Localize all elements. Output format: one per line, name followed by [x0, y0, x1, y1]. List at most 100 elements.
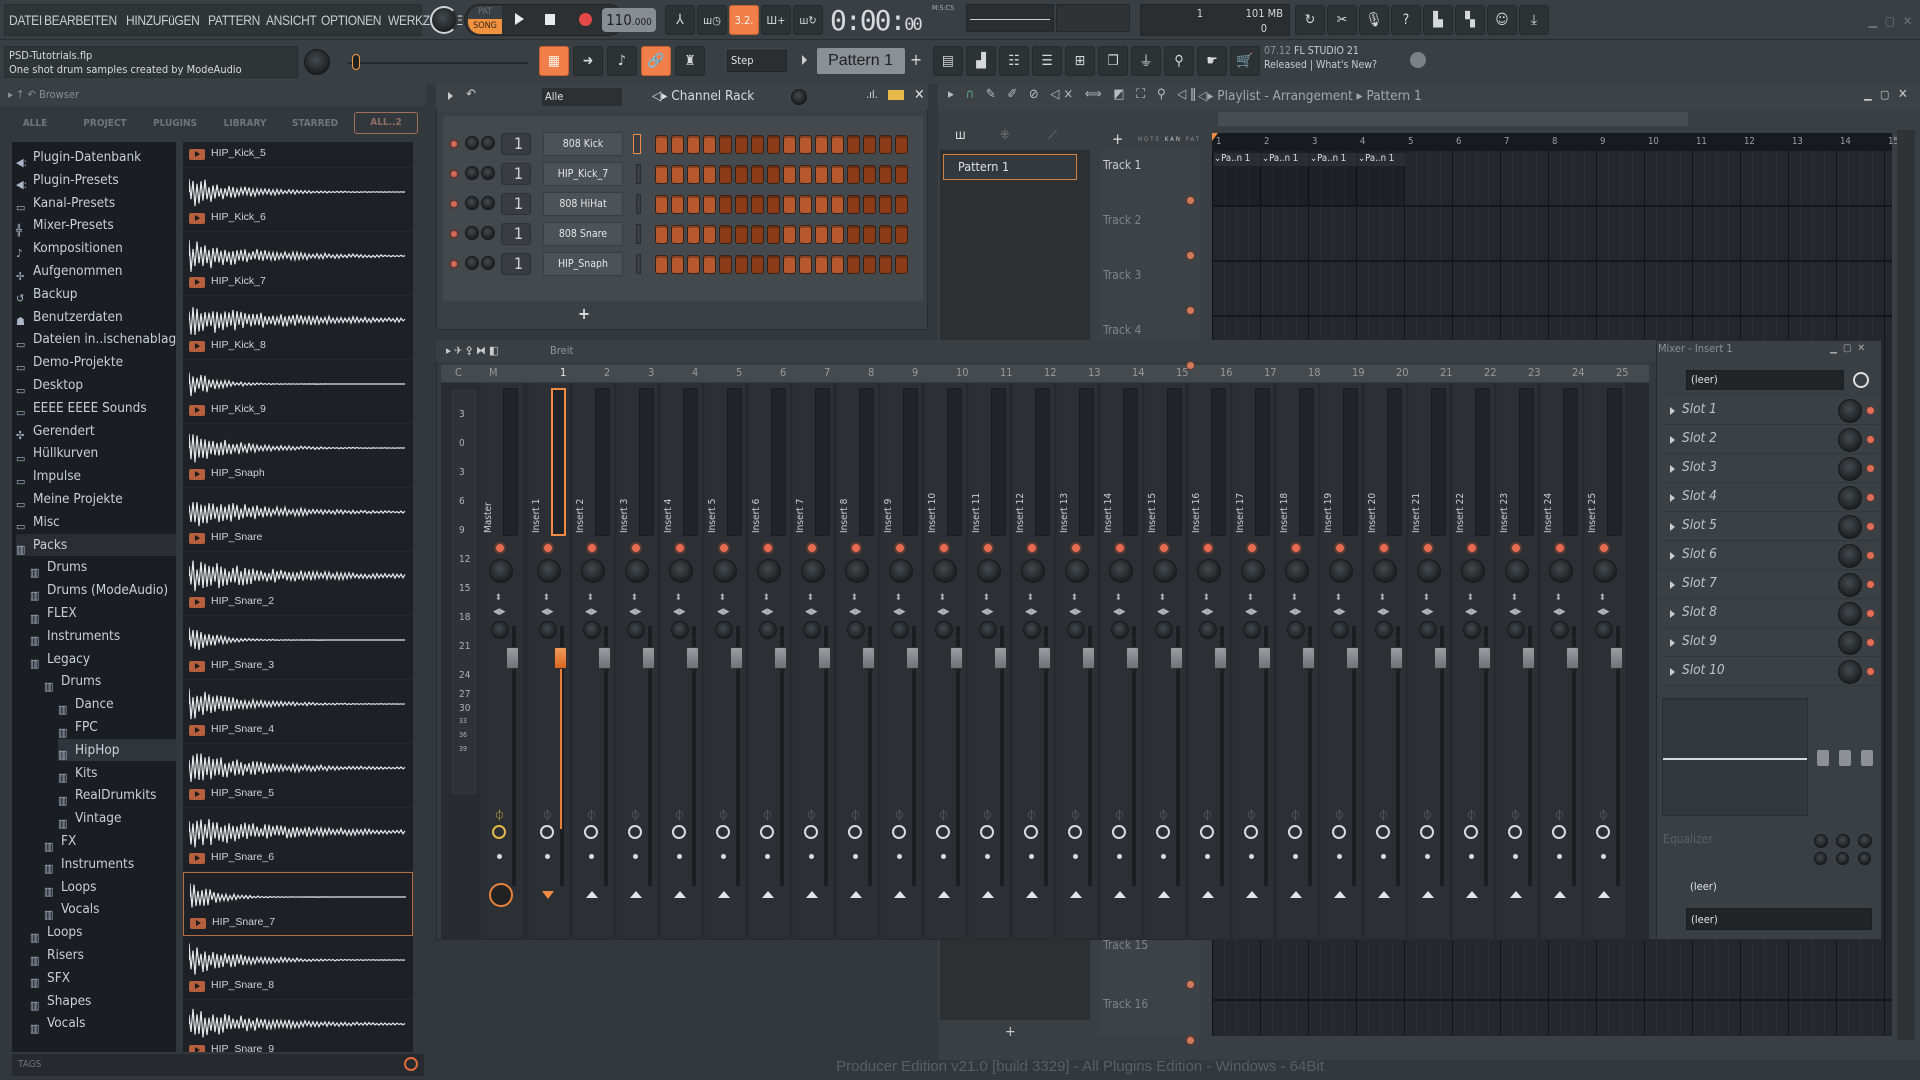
menu-optionen[interactable]: OPTIONEN: [321, 12, 381, 28]
track-mute-led[interactable]: [1186, 980, 1195, 989]
pan-knob[interactable]: [581, 559, 605, 583]
step-edit-icon[interactable]: Ш+: [761, 5, 791, 35]
strip-number[interactable]: 7: [824, 366, 830, 379]
step-button[interactable]: [799, 135, 812, 154]
tutorial-icon[interactable]: ☛: [1197, 46, 1227, 76]
channel-route-number[interactable]: 1: [501, 193, 531, 215]
step-button[interactable]: [831, 255, 844, 274]
step-button[interactable]: [799, 165, 812, 184]
channel-route-number[interactable]: 1: [501, 163, 531, 185]
step-button[interactable]: [815, 255, 828, 274]
add-pattern-button[interactable]: +: [910, 50, 922, 69]
latency-icon[interactable]: [716, 825, 730, 839]
piano-roll-window-icon[interactable]: ▟: [966, 46, 996, 76]
browser-tree-item[interactable]: ◀: Plugin-Presets: [16, 169, 119, 192]
playlist-arrow-icon[interactable]: ➜: [573, 46, 603, 76]
step-button[interactable]: [687, 135, 700, 154]
step-button[interactable]: [767, 255, 780, 274]
strip-number[interactable]: 9: [912, 366, 918, 379]
play-sample-icon[interactable]: [189, 981, 205, 992]
pan-knob[interactable]: [757, 559, 781, 583]
swap-channels-icon[interactable]: ◀▶: [805, 607, 817, 617]
play-sample-icon[interactable]: [189, 213, 205, 224]
browser-tree-item[interactable]: ▥ Legacy: [30, 648, 90, 671]
project-picker-icon[interactable]: ❐: [1098, 46, 1128, 76]
play-sample-icon[interactable]: [189, 277, 205, 288]
browser-tree-item[interactable]: ╬ Mixer-Presets: [16, 214, 114, 237]
volume-fader[interactable]: [642, 647, 655, 669]
volume-fader[interactable]: [554, 647, 567, 669]
channel-pan-knob[interactable]: [465, 136, 479, 150]
channel-name-button[interactable]: HIP_Snaph: [543, 252, 623, 276]
browser-tree-item[interactable]: ▥ Instruments: [30, 625, 120, 648]
route-dot[interactable]: [545, 854, 550, 859]
tempo-display[interactable]: 110.000: [602, 8, 656, 32]
arm-record-icon[interactable]: ⏀: [542, 807, 553, 822]
pan-knob[interactable]: [625, 559, 649, 583]
step-button[interactable]: [831, 135, 844, 154]
pan-knob[interactable]: [489, 559, 513, 583]
browser-tree-item[interactable]: ▭ Hüllkurven: [16, 442, 98, 465]
graph-editor-icon[interactable]: .ıl.: [866, 88, 878, 101]
route-arrow-icon[interactable]: [586, 891, 598, 898]
swap-channels-icon[interactable]: ◀▶: [761, 607, 773, 617]
arm-record-icon[interactable]: ⏀: [894, 807, 905, 822]
step-button[interactable]: [719, 165, 732, 184]
track-mute-led[interactable]: [1186, 306, 1195, 315]
touch-keyboard-icon[interactable]: ⚲: [1164, 46, 1194, 76]
step-button[interactable]: [895, 255, 908, 274]
step-button[interactable]: [847, 225, 860, 244]
pattern-clip[interactable]: ⌄Pa..n 1: [1358, 153, 1405, 166]
add-pattern-picker-button[interactable]: +: [1005, 1024, 1016, 1040]
volume-fader[interactable]: [506, 647, 519, 669]
channel-name-button[interactable]: 808 Kick: [543, 132, 623, 156]
step-button[interactable]: [655, 195, 668, 214]
pattern-selector[interactable]: Pattern 1: [817, 48, 905, 74]
play-sample-icon[interactable]: [189, 661, 205, 672]
browser-tree-item[interactable]: ▥ Kits: [58, 762, 97, 785]
stereo-knob[interactable]: [891, 621, 909, 639]
channel-name-button[interactable]: 808 Snare: [543, 222, 623, 246]
browser-tree-item[interactable]: ▭ Misc: [16, 511, 60, 534]
latency-icon[interactable]: [628, 825, 642, 839]
master-route-knob[interactable]: [489, 883, 513, 907]
route-dot[interactable]: [497, 854, 502, 859]
browser-tree-item[interactable]: ✣ Gerendert: [16, 420, 95, 443]
stereo-knob[interactable]: [803, 621, 821, 639]
automation-filter-icon[interactable]: ⟋: [1048, 128, 1057, 143]
sample-item[interactable]: HIP_Kick_6: [183, 168, 413, 232]
arm-record-icon[interactable]: ⏀: [718, 807, 729, 822]
save-icon[interactable]: ▙: [1423, 5, 1453, 35]
tab-plugins[interactable]: PLUGINS: [140, 118, 210, 129]
strip-enable-led[interactable]: [894, 542, 906, 554]
play-sample-icon[interactable]: [189, 725, 205, 736]
stereo-knob[interactable]: [539, 621, 557, 639]
step-button[interactable]: [751, 255, 764, 274]
step-button[interactable]: [735, 255, 748, 274]
strip-number[interactable]: 3: [648, 366, 654, 379]
pan-knob[interactable]: [845, 559, 869, 583]
pan-knob[interactable]: [889, 559, 913, 583]
pat-song-toggle[interactable]: PAT SONG: [468, 6, 502, 34]
step-button[interactable]: [735, 225, 748, 244]
step-button[interactable]: [735, 165, 748, 184]
step-button[interactable]: [863, 195, 876, 214]
strip-enable-led[interactable]: [762, 542, 774, 554]
add-track-icon[interactable]: +: [1112, 130, 1123, 148]
volume-fader[interactable]: [730, 647, 743, 669]
route-arrow-icon[interactable]: [850, 891, 862, 898]
route-arrow-icon[interactable]: [806, 891, 818, 898]
track-header[interactable]: Track 1: [1103, 158, 1141, 172]
route-dot[interactable]: [897, 854, 902, 859]
channel-select-indicator[interactable]: [636, 224, 641, 244]
channel-route-number[interactable]: 1: [501, 133, 531, 155]
download-icon[interactable]: ⤓: [1519, 5, 1549, 35]
strip-number[interactable]: 4: [692, 366, 698, 379]
step-button[interactable]: [703, 135, 716, 154]
step-button[interactable]: [815, 165, 828, 184]
mixer-strip[interactable]: Insert 2 ⬍ ◀▶ ⏀: [573, 383, 615, 939]
step-button[interactable]: [655, 225, 668, 244]
play-sample-icon[interactable]: [189, 341, 205, 352]
news-panel[interactable]: 07.12 FL STUDIO 21 Released | What's New…: [1264, 44, 1424, 78]
stereo-separation-icon[interactable]: ⬍: [675, 593, 682, 603]
